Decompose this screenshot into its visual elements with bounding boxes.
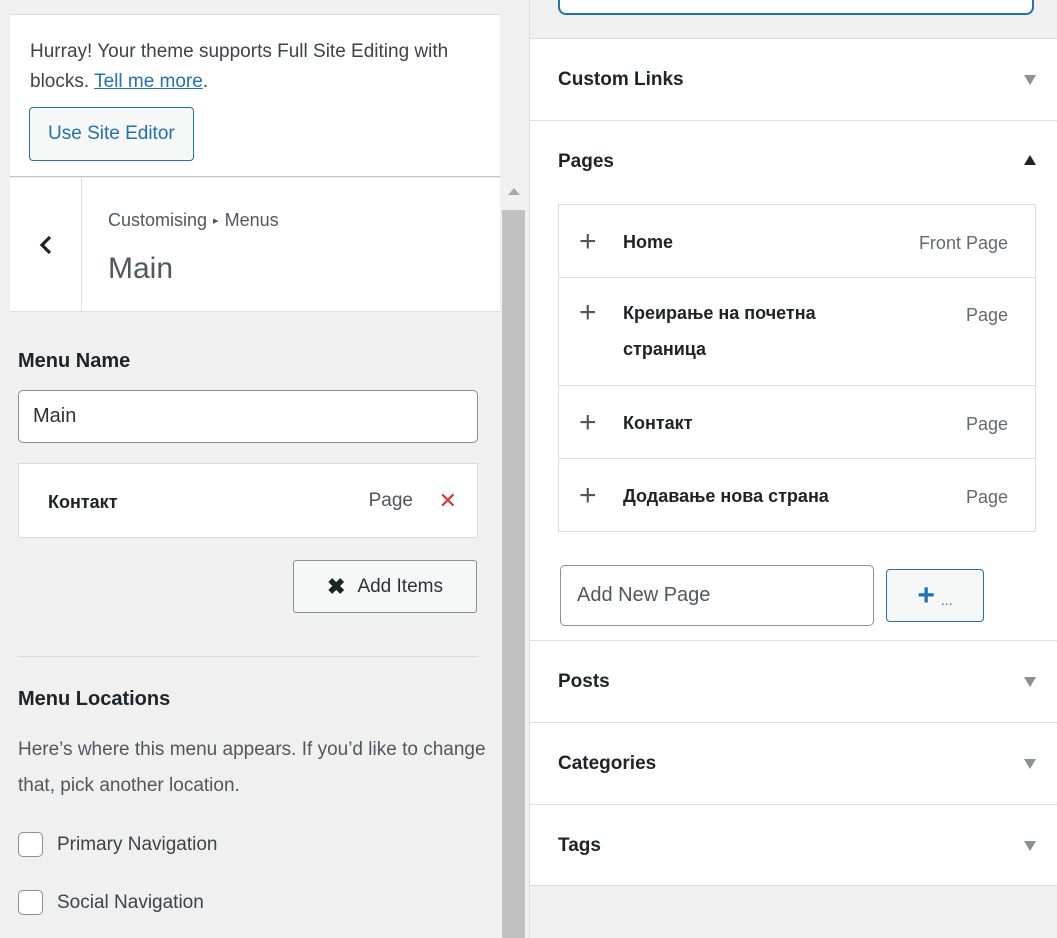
plus-icon: +: [579, 225, 597, 258]
panel-title: Pages: [558, 151, 614, 172]
plus-icon: +: [579, 479, 597, 512]
panel-title: Categories: [558, 753, 657, 774]
panel-title: Custom Links: [558, 69, 684, 90]
caret-up-icon: [1024, 155, 1036, 165]
breadcrumb-current: Menus: [224, 210, 279, 230]
scrollbar[interactable]: [502, 184, 525, 938]
panel-categories[interactable]: Categories: [530, 722, 1057, 804]
menu-item-type: Page: [368, 490, 413, 511]
page-title: Home: [623, 232, 674, 252]
page-type: Page: [965, 414, 1008, 434]
back-button[interactable]: [10, 178, 82, 311]
menu-name-label: Menu Name: [18, 350, 131, 372]
pages-list: + Home Front Page + Креирање на почетна …: [558, 204, 1036, 532]
fse-notice: Hurray! Your theme supports Full Site Ed…: [10, 14, 500, 177]
location-primary-navigation[interactable]: Primary Navigation: [18, 832, 218, 857]
location-label: Social Navigation: [57, 891, 204, 913]
add-new-page-input[interactable]: [560, 565, 874, 626]
remove-menu-item-button[interactable]: ✕: [439, 488, 457, 514]
divider: [18, 656, 478, 657]
tell-me-more-link[interactable]: Tell me more: [94, 71, 203, 92]
page-type: Page: [965, 305, 1008, 325]
fse-notice-period: .: [202, 71, 209, 92]
menu-name-input[interactable]: [18, 390, 478, 443]
add-items-label: Add Items: [357, 575, 443, 597]
menu-item-title: Контакт: [48, 492, 118, 512]
panel-posts[interactable]: Posts: [530, 640, 1057, 722]
breadcrumb-parent: Customising: [108, 210, 208, 230]
page-title: Креирање на почетна страница: [623, 303, 816, 359]
panel-tags[interactable]: Tags: [530, 804, 1057, 886]
breadcrumb: Customising ▸ Menus: [108, 210, 279, 231]
customizer-sidebar: Hurray! Your theme supports Full Site Ed…: [0, 0, 529, 938]
use-site-editor-button[interactable]: Use Site Editor: [29, 107, 194, 161]
page-type: Front Page: [918, 233, 1008, 253]
plus-icon: +: [917, 578, 935, 612]
panel-custom-links[interactable]: Custom Links: [530, 38, 1057, 120]
caret-down-icon: [1024, 75, 1036, 85]
list-item[interactable]: + Креирање на почетна страница Page: [559, 278, 1035, 386]
plus-icon: +: [579, 296, 597, 329]
add-new-page-button[interactable]: + ...: [886, 569, 984, 622]
checkbox-primary-navigation[interactable]: [18, 832, 43, 857]
panel-title: Posts: [558, 671, 610, 692]
scrollbar-thumb[interactable]: [502, 210, 525, 938]
plus-icon: +: [579, 406, 597, 439]
list-item[interactable]: + Додавање нова страна Page: [559, 459, 1035, 532]
panel-pages[interactable]: Pages + Home Front Page + Креирање на по…: [530, 120, 1057, 640]
caret-down-icon: [1024, 841, 1036, 851]
list-item[interactable]: + Home Front Page: [559, 205, 1035, 278]
list-item[interactable]: + Контакт Page: [559, 386, 1035, 459]
close-icon: ✖: [327, 573, 346, 599]
page-title: Додавање нова страна: [623, 486, 829, 506]
caret-down-icon: [1024, 677, 1036, 687]
fse-notice-message: Hurray! Your theme supports Full Site Ed…: [30, 41, 449, 92]
chevron-left-icon: [39, 235, 51, 254]
fse-notice-text: Hurray! Your theme supports Full Site Ed…: [30, 37, 480, 97]
location-social-navigation[interactable]: Social Navigation: [18, 890, 204, 915]
available-menu-items-panel: Custom Links Pages + Home Front Page + К…: [529, 0, 1057, 938]
caret-down-icon: [1024, 759, 1036, 769]
scroll-up-arrow[interactable]: [508, 188, 520, 195]
menu-item[interactable]: Контакт Page ✕: [18, 463, 478, 538]
add-new-page-ellipsis: ...: [940, 591, 953, 608]
section-header: Customising ▸ Menus Main: [10, 178, 500, 312]
page-type: Page: [965, 487, 1008, 507]
menu-locations-title: Menu Locations: [18, 688, 171, 710]
menu-locations-description: Here’s where this menu appears. If you’d…: [18, 739, 486, 796]
section-title: Main: [108, 252, 174, 285]
close-icon: ✕: [438, 488, 457, 513]
checkbox-social-navigation[interactable]: [18, 890, 43, 915]
search-button-edge[interactable]: [558, 0, 1034, 15]
panel-title: Tags: [558, 835, 601, 856]
page-title: Контакт: [623, 413, 693, 433]
add-items-button[interactable]: ✖ Add Items: [293, 560, 477, 613]
location-label: Primary Navigation: [57, 833, 218, 855]
breadcrumb-separator: ▸: [213, 215, 219, 227]
